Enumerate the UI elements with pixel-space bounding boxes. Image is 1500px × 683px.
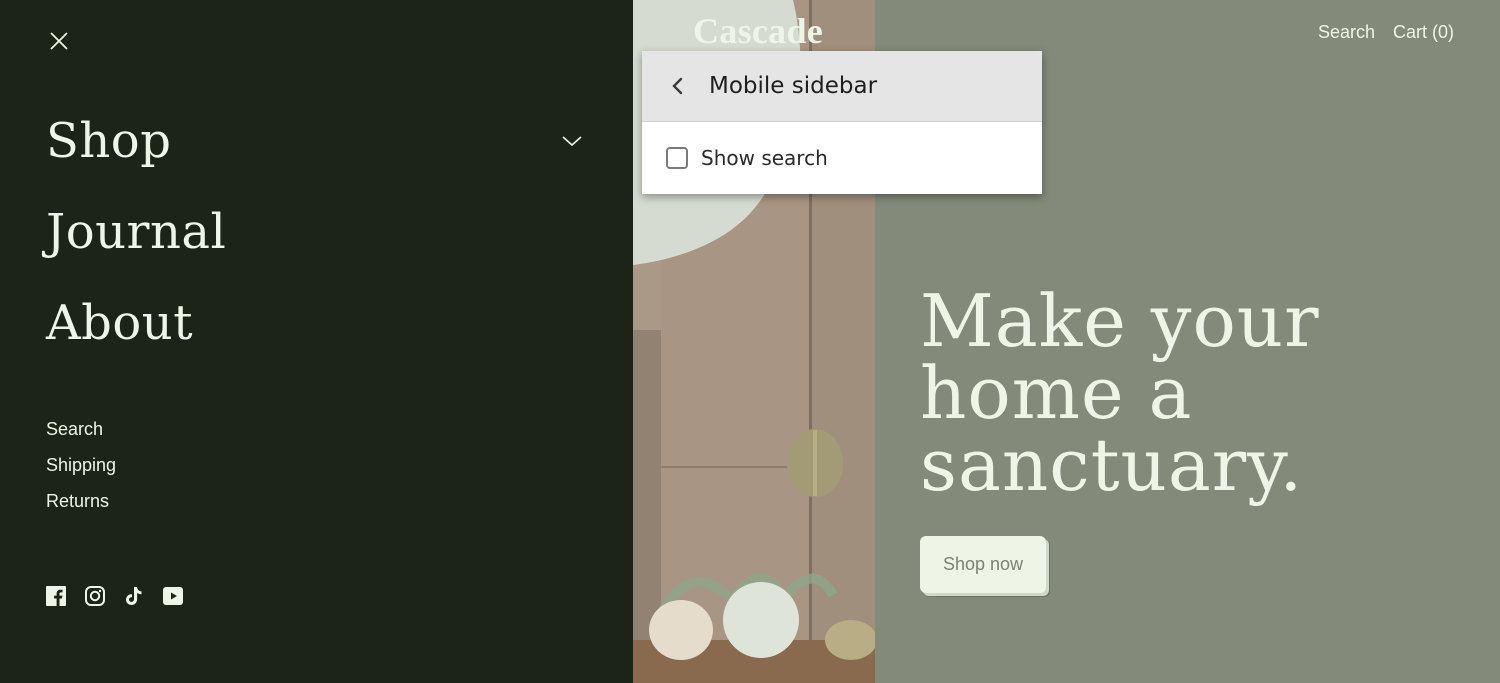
show-search-checkbox[interactable] — [666, 147, 688, 169]
header-links: Search Cart (0) — [1318, 22, 1454, 43]
hero-headline: Make your home a sanctuary. — [920, 279, 1320, 507]
main-nav: Shop Journal About — [46, 95, 586, 368]
nav-item-label: Journal — [46, 203, 227, 260]
chevron-left-icon[interactable] — [667, 75, 689, 97]
facebook-icon[interactable] — [46, 586, 66, 606]
tiktok-icon[interactable] — [124, 586, 144, 606]
panel-body: Show search — [642, 122, 1042, 194]
chevron-down-icon[interactable] — [561, 134, 583, 148]
secondary-nav: Search Shipping Returns — [46, 416, 116, 524]
header-cart-link[interactable]: Cart (0) — [1393, 22, 1454, 43]
store-logo[interactable]: Cascade — [693, 10, 823, 52]
close-icon — [50, 32, 68, 50]
mobile-menu-drawer: Shop Journal About Search Shipping Retur… — [0, 0, 633, 683]
nav-item-label: Shop — [46, 112, 172, 169]
mobile-sidebar-settings-panel: Mobile sidebar Show search — [642, 51, 1042, 194]
panel-title: Mobile sidebar — [709, 73, 878, 99]
nav-item-label: About — [46, 294, 193, 351]
secondary-nav-search[interactable]: Search — [46, 416, 116, 452]
shop-now-button[interactable]: Shop now — [920, 536, 1046, 593]
show-search-label[interactable]: Show search — [701, 146, 828, 170]
close-menu-button[interactable] — [46, 28, 72, 54]
instagram-icon[interactable] — [85, 586, 105, 606]
secondary-nav-returns[interactable]: Returns — [46, 488, 116, 524]
nav-item-shop[interactable]: Shop — [46, 95, 586, 186]
secondary-nav-shipping[interactable]: Shipping — [46, 452, 116, 488]
nav-item-journal[interactable]: Journal — [46, 186, 586, 277]
panel-header: Mobile sidebar — [642, 51, 1042, 122]
header-search-link[interactable]: Search — [1318, 22, 1375, 43]
youtube-icon[interactable] — [163, 586, 183, 606]
social-links — [46, 586, 183, 606]
nav-item-about[interactable]: About — [46, 277, 586, 368]
